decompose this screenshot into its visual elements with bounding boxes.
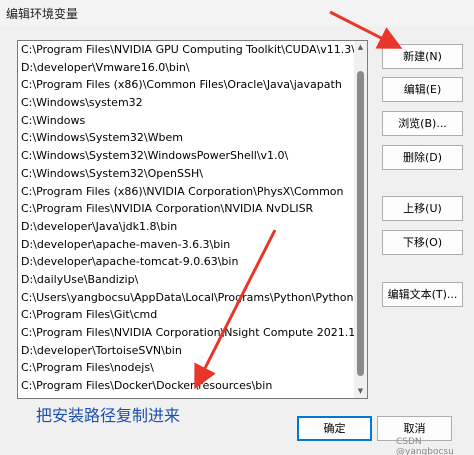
path-list-item[interactable]: D:\developer\apache-maven-3.6.3\bin — [18, 236, 354, 254]
scroll-thumb[interactable] — [357, 71, 364, 376]
path-list-item[interactable]: C:\ProgramData\DockerDesktop\version-bin — [18, 395, 354, 398]
path-list-item[interactable]: D:\developer\Vmware16.0\bin\ — [18, 59, 354, 77]
edit-button[interactable]: 编辑(E) — [382, 77, 463, 102]
scroll-down-arrow-icon[interactable]: ▼ — [354, 385, 367, 398]
path-list-item[interactable]: C:\Program Files\NVIDIA Corporation\NVID… — [18, 200, 354, 218]
path-list-item[interactable]: C:\Windows\System32\Wbem — [18, 129, 354, 147]
edit-env-variable-dialog: 编辑环境变量 C:\Program Files\NVIDIA GPU Compu… — [0, 0, 474, 455]
path-list-item[interactable]: C:\Windows\system32 — [18, 94, 354, 112]
path-list[interactable]: C:\Program Files\NVIDIA GPU Computing To… — [17, 40, 368, 399]
title-bar: 编辑环境变量 — [0, 0, 474, 26]
watermark: CSDN @yangbocsu — [396, 437, 454, 455]
path-list-item[interactable]: D:\developer\apache-tomcat-9.0.63\bin — [18, 253, 354, 271]
path-list-item[interactable]: C:\Windows — [18, 112, 354, 130]
path-list-item[interactable]: C:\Windows\System32\WindowsPowerShell\v1… — [18, 147, 354, 165]
path-list-item[interactable]: C:\Users\yangbocsu\AppData\Local\Program… — [18, 289, 354, 307]
window-title: 编辑环境变量 — [6, 7, 79, 21]
path-list-item[interactable]: C:\Program Files\NVIDIA Corporation\Nsig… — [18, 324, 354, 342]
ok-button[interactable]: 确定 — [297, 416, 372, 441]
move-up-button[interactable]: 上移(U) — [382, 196, 463, 221]
vertical-scrollbar[interactable]: ▲ ▼ — [354, 41, 367, 398]
path-list-item[interactable]: D:\dailyUse\Bandizip\ — [18, 271, 354, 289]
path-list-item[interactable]: D:\developer\TortoiseSVN\bin — [18, 342, 354, 360]
delete-button[interactable]: 删除(D) — [382, 145, 463, 170]
new-button[interactable]: 新建(N) — [382, 44, 463, 69]
path-list-item[interactable]: C:\Program Files\Docker\Docker\resources… — [18, 377, 354, 395]
browse-button[interactable]: 浏览(B)... — [382, 111, 463, 136]
scroll-up-arrow-icon[interactable]: ▲ — [354, 41, 367, 54]
path-list-item[interactable]: C:\Program Files\Git\cmd — [18, 306, 354, 324]
edit-text-button[interactable]: 编辑文本(T)... — [382, 282, 463, 307]
path-list-item[interactable]: C:\Program Files\NVIDIA GPU Computing To… — [18, 41, 354, 59]
path-list-rows: C:\Program Files\NVIDIA GPU Computing To… — [18, 41, 354, 398]
path-list-item[interactable]: D:\developer\Java\jdk1.8\bin — [18, 218, 354, 236]
path-list-item[interactable]: C:\Windows\System32\OpenSSH\ — [18, 165, 354, 183]
path-list-item[interactable]: C:\Program Files (x86)\NVIDIA Corporatio… — [18, 183, 354, 201]
annotation-text: 把安装路径复制进来 — [36, 406, 181, 425]
path-list-item[interactable]: C:\Program Files\nodejs\ — [18, 359, 354, 377]
move-down-button[interactable]: 下移(O) — [382, 230, 463, 255]
path-list-item[interactable]: C:\Program Files (x86)\Common Files\Orac… — [18, 76, 354, 94]
